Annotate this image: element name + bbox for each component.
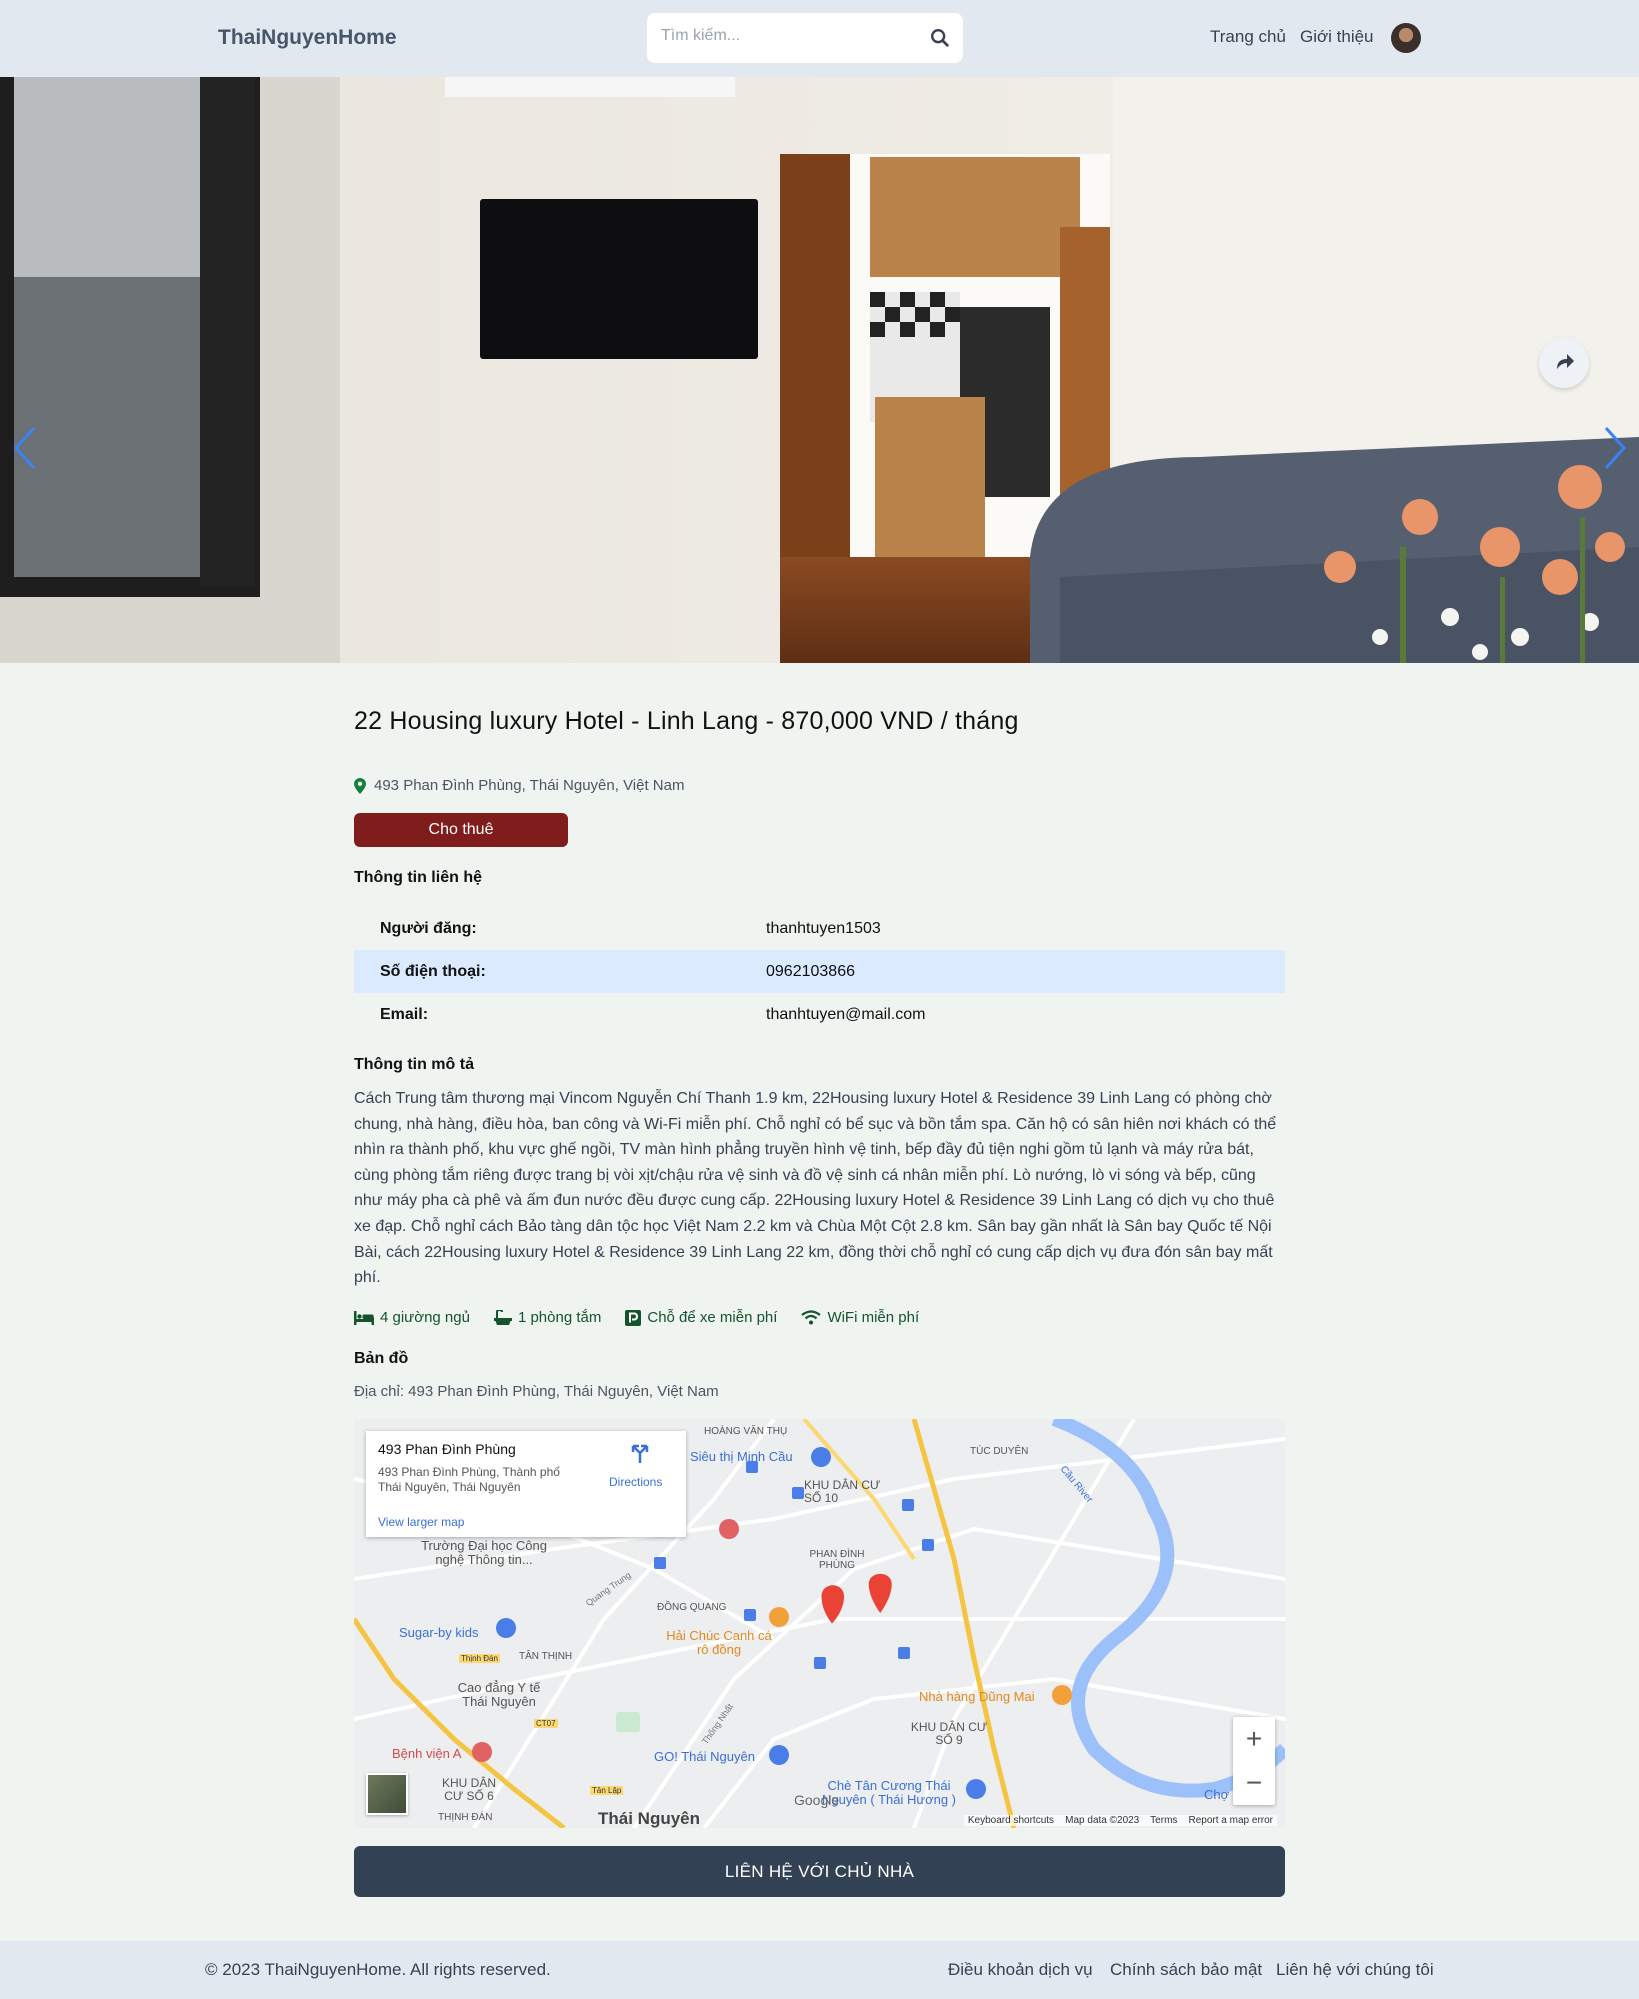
map-attribution[interactable]: Keyboard shortcuts Map data ©2023 Terms … [963, 1815, 1277, 1826]
amenity-beds: 4 giường ngủ [354, 1309, 470, 1326]
share-icon [1557, 354, 1574, 369]
search-icon[interactable] [929, 27, 951, 49]
status-badge[interactable]: Cho thuê [354, 813, 568, 847]
map-label: Trường Đại học Công nghệ Thông tin... [421, 1538, 547, 1567]
contact-value[interactable]: thanhtuyen@mail.com [766, 1006, 925, 1024]
map-address: Địa chỉ: 493 Phan Đình Phùng, Thái Nguyê… [354, 1383, 719, 1400]
site-footer: © 2023 ThaiNguyenHome. All rights reserv… [0, 1941, 1639, 1999]
map-label: HOÀNG VĂN THỤ [704, 1426, 788, 1437]
map-label: Hải Chúc Canh cá rô đồng [666, 1628, 772, 1657]
footer-contact-link[interactable]: Liên hệ với chúng tôi [1276, 1960, 1434, 1980]
footer-privacy-link[interactable]: Chính sách bảo mật [1110, 1960, 1262, 1980]
search-box [647, 13, 963, 63]
map-label: Nhà hàng Dũng Mai [919, 1689, 1035, 1704]
map-heading: Bản đồ [354, 1350, 409, 1367]
zoom-controls: + − [1233, 1717, 1275, 1805]
description-heading: Thông tin mô tả [354, 1056, 474, 1073]
contact-row-poster: Người đăng: thanhtuyen1503 [354, 907, 1285, 950]
listing-title: 22 Housing luxury Hotel - Linh Lang - 87… [354, 707, 1019, 735]
nav-home[interactable]: Trang chủ [1210, 27, 1286, 47]
map-label: CT07 [534, 1719, 558, 1728]
contact-row-phone: Số điện thoại: 0962103866 [354, 950, 1285, 993]
embedded-map[interactable]: HOÀNG VĂN THỤ Siêu thị Minh Cầu KHU DÂN … [354, 1419, 1285, 1828]
contact-heading: Thông tin liên hệ [354, 869, 482, 886]
amenity-label: 4 giường ngủ [380, 1309, 470, 1326]
search-input[interactable] [661, 27, 911, 45]
amenity-label: 1 phòng tắm [517, 1309, 602, 1326]
chevron-left-icon[interactable] [10, 424, 40, 472]
listing-address: 493 Phan Đình Phùng, Thái Nguyên, Việt N… [354, 777, 684, 794]
map-label: Thái Nguyên [598, 1809, 701, 1828]
room-photo [0, 77, 1639, 663]
map-label: THỊNH ĐÁN [438, 1812, 493, 1823]
map-info-card: 493 Phan Đình Phùng 493 Phan Đình Phùng,… [366, 1431, 686, 1537]
contact-value[interactable]: 0962103866 [766, 963, 855, 981]
amenity-parking: Chỗ để xe miễn phí [625, 1309, 777, 1326]
map-label: TÚC DUYÊN [970, 1446, 1029, 1457]
map-label: Sugar-by kids [399, 1625, 479, 1640]
parking-icon [625, 1309, 642, 1326]
satellite-toggle[interactable] [366, 1773, 408, 1815]
contact-table: Người đăng: thanhtuyen1503 Số điện thoại… [354, 907, 1285, 1036]
map-label: Tân Lập [590, 1786, 624, 1795]
hero-image-carousel[interactable] [0, 77, 1639, 663]
contact-row-email: Email: thanhtuyen@mail.com [354, 993, 1285, 1036]
brand-logo[interactable]: ThaiNguyenHome [218, 26, 397, 50]
view-larger-map-link[interactable]: View larger map [378, 1515, 464, 1529]
contact-owner-button[interactable]: LIÊN HỆ VỚI CHỦ NHÀ [354, 1846, 1285, 1897]
map-label: TÂN THỊNH [519, 1651, 573, 1662]
chevron-right-icon[interactable] [1600, 424, 1630, 472]
amenity-label: WiFi miễn phí [827, 1309, 920, 1326]
contact-value: thanhtuyen1503 [766, 919, 881, 937]
share-button[interactable] [1539, 338, 1589, 388]
bath-icon [493, 1309, 512, 1325]
map-label: KHU DÂN CƯ SỐ 10 [804, 1478, 881, 1505]
bed-icon [354, 1310, 374, 1325]
description-text: Cách Trung tâm thương mại Vincom Nguyễn … [354, 1090, 1277, 1287]
amenity-wifi: WiFi miễn phí [801, 1309, 919, 1326]
nav-about[interactable]: Giới thiệu [1300, 27, 1374, 47]
avatar[interactable] [1391, 23, 1421, 53]
map-card-address-line1: 493 Phan Đình Phùng, Thành phố [378, 1465, 560, 1479]
wifi-icon [801, 1310, 822, 1325]
map-label: ĐỒNG QUANG [657, 1602, 727, 1613]
map-label: KHU DÂN CƯ SỐ 6 [441, 1776, 496, 1803]
directions-icon[interactable] [629, 1441, 651, 1463]
address-text: 493 Phan Đình Phùng, Thái Nguyên, Việt N… [374, 777, 685, 794]
amenities-list: 4 giường ngủ 1 phòng tắm Chỗ để xe miễn … [354, 1309, 919, 1326]
site-header: ThaiNguyenHome Trang chủ Giới thiệu [0, 0, 1639, 77]
copyright: © 2023 ThaiNguyenHome. All rights reserv… [205, 1960, 551, 1979]
map-card-address-line2: Thái Nguyên, Thái Nguyên [378, 1480, 521, 1494]
zoom-out-button[interactable]: − [1233, 1761, 1275, 1805]
contact-label: Email: [380, 1005, 429, 1023]
map-card-title: 493 Phan Đình Phùng [378, 1441, 516, 1457]
map-pin-icon [354, 777, 366, 794]
map-label: Thịnh Đán [459, 1654, 500, 1663]
map-label: Siêu thị Minh Cầu [690, 1449, 793, 1464]
map-label: KHU DÂN CƯ SỐ 9 [910, 1720, 988, 1747]
directions-link[interactable]: Directions [609, 1475, 662, 1489]
map-label: PHAN ĐÌNH PHÙNG [809, 1549, 865, 1571]
map-label: Bệnh viện A [392, 1746, 462, 1761]
footer-terms-link[interactable]: Điều khoản dịch vụ [948, 1960, 1093, 1980]
map-label: Chợ [1204, 1787, 1230, 1802]
amenity-baths: 1 phòng tắm [493, 1309, 602, 1326]
amenity-label: Chỗ để xe miễn phí [647, 1309, 778, 1326]
map-label: Cao đẳng Y tế Thái Nguyên [457, 1680, 541, 1709]
map-label: GO! Thái Nguyên [654, 1749, 755, 1764]
contact-label: Người đăng: [380, 919, 477, 937]
contact-label: Số điện thoại: [380, 962, 486, 980]
google-logo: Google [794, 1792, 840, 1808]
zoom-in-button[interactable]: + [1233, 1717, 1275, 1761]
